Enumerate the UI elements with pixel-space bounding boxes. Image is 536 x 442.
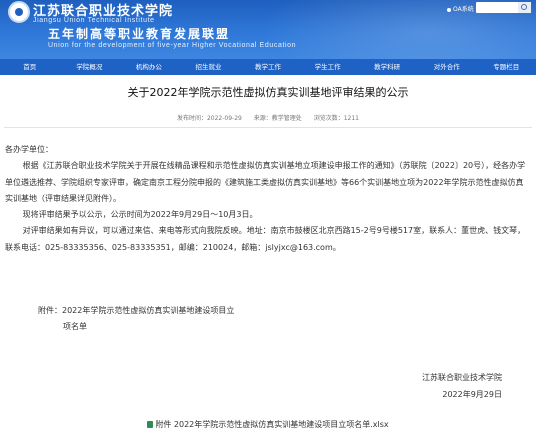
- attachment-note: 附件：2022年学院示范性虚拟仿真实训基地建设项目立 项名单: [38, 303, 234, 335]
- oa-icon: [447, 7, 451, 12]
- nav-item-about[interactable]: 学院概况: [60, 59, 120, 75]
- nav-item-research[interactable]: 教学科研: [357, 59, 417, 75]
- school-name-en: Jiangsu Union Technical Institute: [33, 17, 155, 24]
- publish-date: 发布时间：2022-09-29: [176, 115, 242, 122]
- nav-item-admissions[interactable]: 招生就业: [179, 59, 239, 75]
- article-meta: 发布时间：2022-09-29 来源：教学管理处 浏览次数：1211: [0, 113, 536, 122]
- search-input[interactable]: [476, 2, 531, 13]
- attachment-line-2: 项名单: [63, 322, 87, 331]
- slogan-en: Union for the development of five-year H…: [48, 42, 297, 49]
- greeting: 各办学单位：: [5, 145, 53, 154]
- article-body: 各办学单位： 根据《江苏联合职业技术学院关于开展在线精品课程和示范性虚拟仿真实训…: [5, 142, 527, 256]
- slogan-cn: 五年制高等职业教育发展联盟: [48, 27, 231, 41]
- signature-date: 2022年9月29日: [442, 390, 502, 399]
- oa-label: OA系统: [453, 6, 474, 13]
- nav-item-teaching[interactable]: 教学工作: [238, 59, 298, 75]
- school-logo[interactable]: [8, 1, 30, 23]
- excel-file-icon: [147, 421, 154, 428]
- attachment-download-link[interactable]: 附件 2022年学院示范性虚拟仿真实训基地建设项目立项名单.xlsx: [0, 419, 536, 430]
- paragraph-notice: 根据《江苏联合职业技术学院关于开展在线精品课程和示范性虚拟仿真实训基地立项建设申…: [5, 161, 526, 203]
- attachment-filename[interactable]: 附件 2022年学院示范性虚拟仿真实训基地建设项目立项名单.xlsx: [155, 420, 388, 429]
- attachment-line-1: 附件：2022年学院示范性虚拟仿真实训基地建设项目立: [38, 306, 235, 315]
- header-banner: 江苏联合职业技术学院 Jiangsu Union Technical Insti…: [0, 0, 536, 59]
- article-title: 关于2022年学院示范性虚拟仿真实训基地评审结果的公示: [127, 86, 409, 99]
- main-nav: 首页 学院概况 机构办公 招生就业 教学工作 学生工作 教学科研 对外合作 专题…: [0, 59, 536, 75]
- divider: [4, 127, 532, 128]
- view-count: 浏览次数：1211: [313, 115, 359, 122]
- signature-org: 江苏联合职业技术学院: [422, 373, 502, 382]
- nav-item-topics[interactable]: 专题栏目: [477, 59, 536, 75]
- paragraph-publicity-period: 现将评审结果予以公示，公示时间为2022年9月29日～10月3日。: [22, 210, 258, 220]
- nav-item-cooperation[interactable]: 对外合作: [417, 59, 477, 75]
- nav-item-students[interactable]: 学生工作: [298, 59, 358, 75]
- paragraph-contact: 对评审结果如有异议，可以通过来信、来电等形式向我院反映。地址：南京市鼓楼区北京西…: [5, 226, 526, 252]
- oa-system-link[interactable]: OA系统: [447, 4, 474, 13]
- article-source: 来源：教学管理处: [253, 115, 302, 122]
- nav-item-offices[interactable]: 机构办公: [119, 59, 179, 75]
- search-icon[interactable]: [518, 2, 531, 13]
- nav-item-home[interactable]: 首页: [0, 59, 60, 75]
- signature: 江苏联合职业技术学院 2022年9月29日: [422, 369, 502, 403]
